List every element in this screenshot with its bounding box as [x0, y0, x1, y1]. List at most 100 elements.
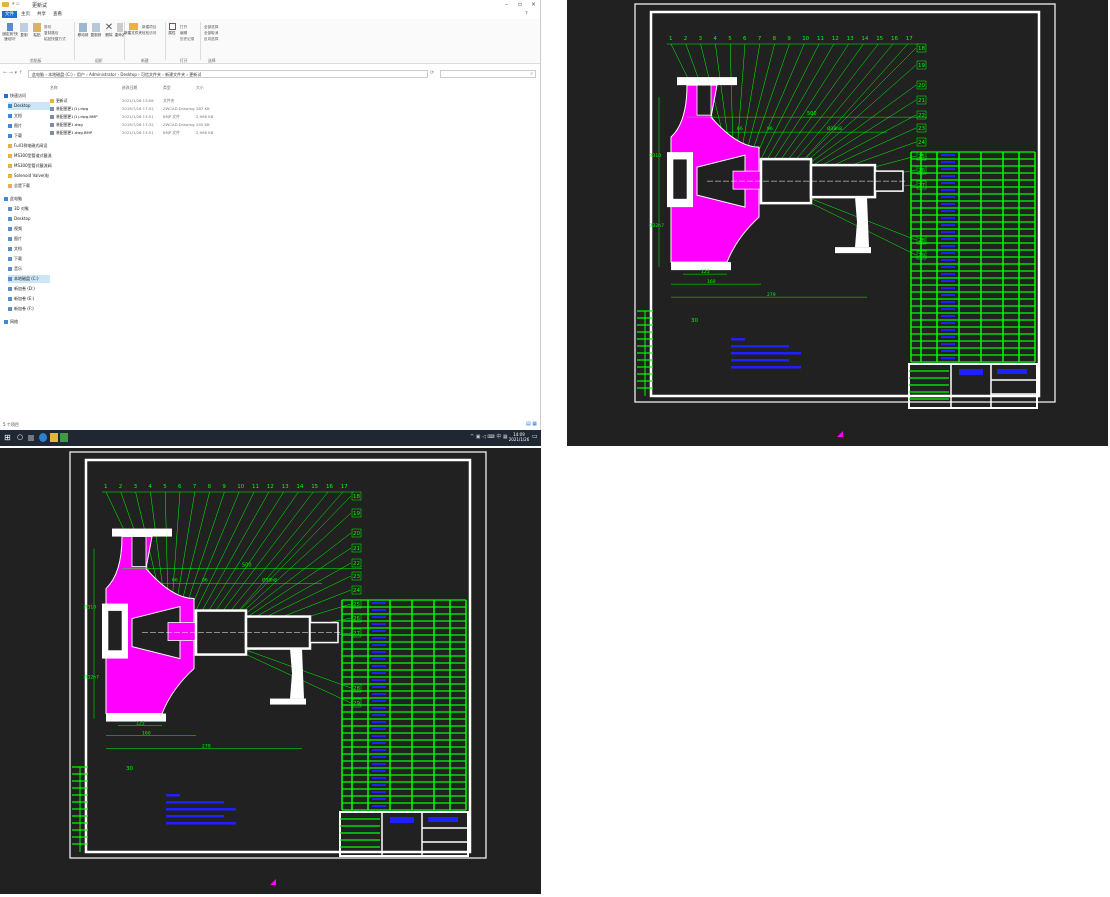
part-number-label: 6 [743, 36, 747, 42]
back-forward-icons[interactable]: ← → ▾ ↑ [3, 70, 23, 76]
tab-share[interactable]: 共享 [34, 11, 49, 18]
inlet-bore [696, 84, 712, 116]
close-button[interactable]: × [531, 1, 536, 8]
nav-pc-item[interactable]: 音乐 [8, 265, 50, 273]
col-name-header[interactable]: 名称 [50, 85, 58, 91]
maximize-button[interactable]: ▫ [518, 1, 522, 8]
file-row[interactable]: 装配图更1(1).dwg 2019/7/18 17:02 ZWCAD.Drawing… [48, 105, 248, 113]
nav-icon [8, 227, 12, 231]
nav-pc-item[interactable]: 本地磁盘 (C:) [8, 275, 50, 283]
notification-icon[interactable]: ▭ [532, 433, 538, 440]
nav-quick-item[interactable]: MS300型管式截流阀 [8, 162, 52, 170]
nav-icon [8, 287, 12, 291]
search-input[interactable]: ⌕ [440, 70, 536, 78]
file-row[interactable]: 装配图更1.dwg.BMP 2021/1/26 13:51 BMP 文件 2,998 … [48, 129, 248, 137]
leader-line [729, 43, 734, 150]
table-cell-text [372, 756, 386, 758]
nav-pc-item[interactable]: 文档 [8, 245, 50, 253]
cad-canvas[interactable]: 1234567891011121314151617181920212223242… [0, 448, 541, 894]
technical-note-line [731, 345, 789, 348]
table-cell-text [372, 805, 386, 807]
file-explorer-taskbar-icon[interactable] [50, 433, 58, 442]
cad-drawing-view-bottom[interactable]: 1 2 3 4 5 6 7 8 9 10 11 12 13 14 15 16 17 18 19 20 21 22 23 24 2… [0, 448, 541, 894]
cad-canvas[interactable]: 1234567891011121314151617181920212223242… [567, 0, 1108, 446]
part-number-label: 14 [861, 36, 868, 42]
help-icon[interactable]: ? [525, 11, 528, 17]
tab-home[interactable]: 主页 [18, 11, 33, 18]
dimension-label: 500 [807, 111, 817, 117]
table-cell-text [372, 658, 386, 660]
nav-label: 文档 [14, 113, 22, 118]
windows-start-icon[interactable]: ⊞ [4, 433, 12, 442]
table-cell-text [941, 175, 955, 177]
leader-line [164, 491, 169, 601]
nav-quick-item[interactable]: 文档 [8, 112, 50, 120]
leader-line [195, 491, 270, 622]
part-number-label: 13 [847, 36, 854, 42]
nav-pc-item[interactable]: 下载 [8, 255, 50, 263]
cad-drawing-view-top[interactable]: 1234567891011121314151617181920212223242… [567, 0, 1108, 446]
invert-selection-button[interactable]: 反向选择 [204, 36, 244, 42]
nav-quick-access[interactable]: 快速访问 [4, 92, 46, 100]
search-taskbar-icon[interactable]: ○ [17, 433, 25, 442]
table-cell-text [372, 672, 386, 674]
nav-quick-item[interactable]: Full1例电磁式阀设 [8, 142, 50, 150]
nav-pc-item[interactable]: 图片 [8, 235, 50, 243]
nav-icon [8, 164, 12, 168]
nav-pc-item[interactable]: 3D 对象 [8, 205, 50, 213]
nav-icon [4, 197, 8, 201]
table-cell-text [372, 700, 386, 702]
nav-quick-item[interactable]: MS300型管道式截流 [8, 152, 52, 160]
col-size-header[interactable]: 大小 [196, 85, 204, 91]
tab-view[interactable]: 查看 [50, 11, 65, 18]
file-row[interactable]: 装配图更1(1).dwg.BMP 2021/1/26 13:51 BMP 文件 2,9… [48, 113, 248, 121]
nav-quick-item[interactable]: 图片 [8, 122, 50, 130]
nav-quick-item[interactable]: 总是下载 [8, 182, 50, 190]
quick-access-toolbar[interactable]: ▾ ▫ [12, 1, 20, 7]
nav-quick-item[interactable]: 下载 [8, 132, 50, 140]
tab-file[interactable]: 文件 [2, 11, 17, 18]
file-row[interactable]: 更新试 2021/1/26 13:06 文件夹 [48, 97, 248, 105]
table-cell-text [941, 189, 955, 191]
leader-line [191, 491, 255, 619]
nav-quick-item[interactable]: Solenoid Valve(电 [8, 172, 50, 180]
leader-line [768, 43, 864, 177]
cad-app-icon[interactable] [60, 433, 68, 442]
minimize-button[interactable]: – [505, 1, 508, 8]
nav-this-pc[interactable]: 此电脑 [4, 195, 46, 203]
col-date-header[interactable]: 修改日期 [122, 85, 137, 91]
browser-icon[interactable] [39, 433, 47, 442]
support-foot [855, 197, 869, 248]
nav-pc-item[interactable]: 视频 [8, 225, 50, 233]
file-name: 装配图更1(1).dwg.BMP [56, 114, 98, 119]
file-size: 2,998 KB [196, 130, 214, 135]
refresh-icon[interactable]: ⟳ [430, 70, 434, 76]
view-toggle-icons[interactable]: ▤ ▦ [526, 420, 537, 429]
paste-shortcut-button[interactable]: 粘贴快捷方式 [44, 36, 74, 42]
table-cell-text [372, 749, 386, 751]
nav-quick-item[interactable]: Desktop [8, 102, 50, 110]
foot-base [270, 698, 306, 705]
nav-pc-item[interactable]: 新加卷 (F:) [8, 305, 50, 313]
table-cell-text [941, 224, 955, 226]
nav-network[interactable]: 网络 [4, 318, 46, 326]
suction-bore [107, 610, 123, 651]
address-bar[interactable]: 此电脑 › 本地磁盘 (C:) › 用户 › Administrator › D… [28, 70, 428, 78]
file-name: 更新试 [56, 98, 68, 103]
nav-pc-item[interactable]: 新加卷 (E:) [8, 295, 50, 303]
system-tray-icons[interactable]: ^ ▣ ◁ ⌨ 中 ▦ [470, 433, 508, 440]
drawing-number-text [997, 369, 1027, 374]
nav-pc-item[interactable]: Desktop [8, 215, 50, 223]
col-type-header[interactable]: 类型 [163, 85, 171, 91]
new-folder-button[interactable]: 新建文件夹 [124, 23, 142, 36]
properties-button[interactable]: 属性 [163, 23, 181, 36]
file-row[interactable]: 装配图更1.dwg 2019/7/26 17:32 ZWCAD.Drawing 290… [48, 121, 248, 129]
part-number-label: 6 [178, 484, 182, 490]
nav-label: 视频 [14, 226, 22, 231]
task-view-icon[interactable] [28, 435, 34, 441]
nav-pc-item[interactable]: 新加卷 (D:) [8, 285, 50, 293]
leader-line [764, 43, 849, 174]
table-cell-text [372, 798, 386, 800]
nav-icon [8, 207, 12, 211]
technical-note-line [166, 822, 236, 825]
